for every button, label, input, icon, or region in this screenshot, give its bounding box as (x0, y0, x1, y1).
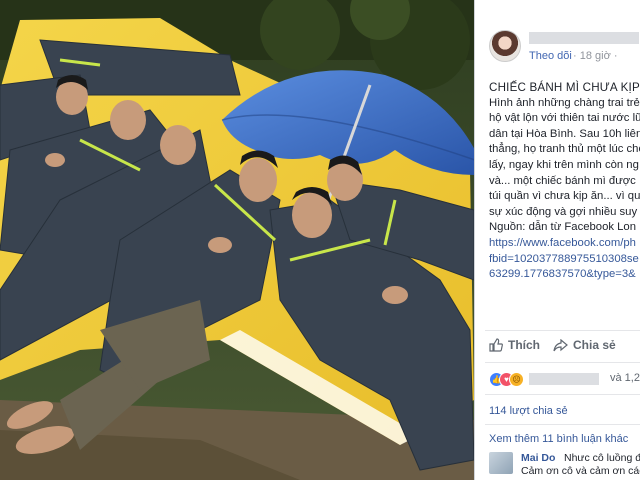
thumbs-up-icon (489, 338, 503, 352)
sad-reaction-icon: ☹ (509, 372, 524, 387)
view-more-comments-link[interactable]: Xem thêm 11 bình luận khác (489, 433, 628, 445)
share-arrow-icon (553, 338, 568, 351)
commenter-avatar[interactable] (489, 452, 513, 474)
photo-illustration (0, 0, 474, 480)
post-line: lấy, ngay khi trên mình còn ng (489, 158, 639, 171)
post-body: CHIẾC BÁNH MÌ CHƯA KỊP ĂN Hình ảnh những… (489, 80, 640, 283)
post-photo[interactable] (0, 0, 474, 480)
post-line: túi quần vì chưa kịp ăn... vì quá (489, 190, 640, 203)
comment: Mai Do Nhưc cô luồng điên Cảm ơn cô và c… (489, 452, 640, 480)
post-line: và... một chiếc bánh mì được (489, 174, 636, 187)
commenter-name[interactable]: Mai Do (521, 452, 555, 464)
divider (485, 394, 640, 395)
divider (485, 362, 640, 363)
reaction-count[interactable]: và 1,2K ng (610, 372, 640, 384)
post-link[interactable]: 63299.1776837570&type=3& (489, 267, 640, 283)
post-line: sự xúc động và gợi nhiều suy (489, 205, 638, 218)
reactions-summary[interactable]: 👍 ♥ ☹ và 1,2K ng (489, 372, 640, 388)
post-header: Theo dõi · 18 giờ · (489, 30, 639, 64)
author-name-blurred[interactable] (529, 32, 639, 44)
post-line: CHIẾC BÁNH MÌ CHƯA KỊP ĂN (489, 81, 640, 94)
post-timestamp[interactable]: · 18 giờ · (573, 50, 618, 62)
post-link[interactable]: fbid=102037788975510308se (489, 252, 640, 268)
post-line: thẳng, họ tranh thủ một lúc chợp (489, 143, 640, 156)
share-label: Chia sẻ (573, 338, 616, 352)
divider (485, 330, 640, 331)
post-link[interactable]: https://www.facebook.com/ph (489, 236, 640, 252)
post-sidebar: Theo dõi · 18 giờ · CHIẾC BÁNH MÌ CHƯA K… (474, 0, 640, 480)
share-count-link[interactable]: 114 lượt chia sẻ (489, 405, 568, 417)
reactor-names-blurred (529, 373, 599, 385)
author-avatar[interactable] (489, 30, 521, 62)
divider (485, 424, 640, 425)
comment-text-line2: Cảm ơn cô và cảm ơn các (521, 465, 640, 477)
post-line: hộ vật lộn với thiên tai nước lũ (489, 112, 640, 125)
share-button[interactable]: Chia sẻ (553, 338, 616, 352)
post-line: Hình ảnh những chàng trai trẻ (489, 96, 640, 109)
comment-text: Nhưc cô luồng điên (564, 452, 640, 464)
like-label: Thích (508, 338, 540, 352)
like-button[interactable]: Thích (489, 338, 540, 352)
follow-link[interactable]: Theo dõi (529, 50, 572, 62)
post-line: Nguồn: dẫn từ Facebook Lon (489, 221, 636, 234)
post-actions: Thích Chia sẻ (489, 338, 640, 358)
post-line: dân tại Hòa Bình. Sau 10h liên (489, 127, 640, 140)
